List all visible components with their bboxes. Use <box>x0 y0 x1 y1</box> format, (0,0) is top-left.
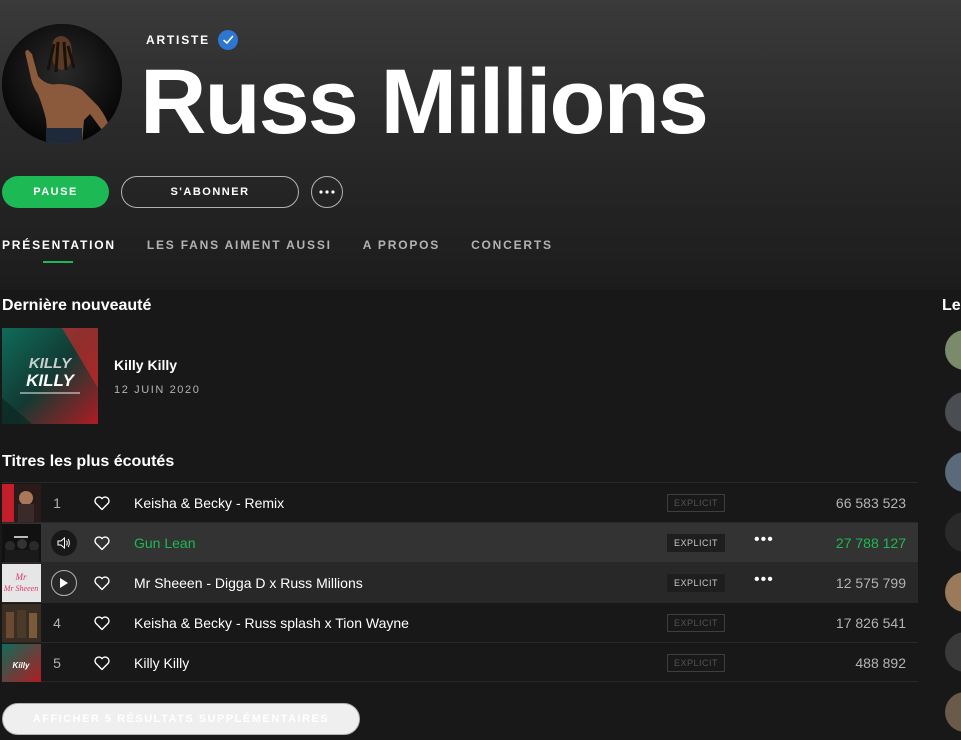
track-title[interactable]: Keisha & Becky - Russ splash x Tion Wayn… <box>134 615 409 631</box>
explicit-badge: EXPLICIT <box>667 654 725 672</box>
track-row[interactable]: 1 Keisha & Becky - Remix EXPLICIT 66 583… <box>2 482 918 522</box>
tab-about[interactable]: A PROPOS <box>363 238 440 252</box>
artist-name: Russ Millions <box>140 51 709 153</box>
track-thumbnail <box>2 604 41 642</box>
verified-check-icon <box>217 30 238 50</box>
follow-button[interactable]: S'ABONNER <box>121 176 299 208</box>
related-artist-avatar[interactable] <box>945 392 961 432</box>
track-play-count: 17 826 541 <box>835 615 906 631</box>
heart-icon[interactable] <box>93 574 111 592</box>
track-play-count: 12 575 799 <box>835 575 906 591</box>
play-button[interactable] <box>51 570 77 596</box>
track-play-count: 27 788 127 <box>835 535 906 551</box>
track-thumbnail: Mr Mr Sheeen <box>2 564 41 602</box>
related-artist-avatar[interactable] <box>945 632 961 672</box>
track-title[interactable]: Gun Lean <box>134 535 196 551</box>
explicit-badge: EXPLICIT <box>667 574 725 592</box>
track-number: 4 <box>53 615 61 631</box>
track-row[interactable]: Gun Lean EXPLICIT ••• 27 788 127 <box>2 522 918 562</box>
tab-fans-also-like[interactable]: LES FANS AIMENT AUSSI <box>147 238 332 252</box>
pause-button[interactable]: PAUSE <box>2 176 109 208</box>
heart-icon[interactable] <box>93 494 111 512</box>
thumbnail-text: Killy <box>13 661 30 670</box>
heart-icon[interactable] <box>93 614 111 632</box>
track-row[interactable]: 4 Keisha & Becky - Russ splash x Tion Wa… <box>2 602 918 642</box>
tab-concerts[interactable]: CONCERTS <box>471 238 553 252</box>
related-artist-avatar[interactable] <box>945 330 961 370</box>
track-thumbnail: Killy <box>2 644 41 682</box>
svg-text:KILLY: KILLY <box>26 371 76 390</box>
speaker-icon <box>57 537 70 549</box>
popular-tracks-list: 1 Keisha & Becky - Remix EXPLICIT 66 583… <box>2 482 918 682</box>
artist-avatar <box>2 24 122 144</box>
track-row[interactable]: Killy 5 Killy Killy EXPLICIT 488 892 <box>2 642 918 682</box>
heart-icon[interactable] <box>93 534 111 552</box>
speaker-button[interactable] <box>51 530 77 556</box>
related-artist-avatar[interactable] <box>945 692 961 732</box>
sidebar-heading: Le <box>942 297 961 314</box>
track-title[interactable]: Mr Sheeen - Digga D x Russ Millions <box>134 575 363 591</box>
track-thumbnail <box>2 484 41 522</box>
track-play-count: 66 583 523 <box>835 495 906 511</box>
related-artist-avatar[interactable] <box>945 452 961 492</box>
track-number: 5 <box>53 655 61 671</box>
more-horizontal-icon[interactable]: ••• <box>754 531 774 549</box>
latest-release-date: 12 JUIN 2020 <box>114 384 201 396</box>
heart-icon[interactable] <box>93 654 111 672</box>
track-thumbnail <box>2 524 41 562</box>
track-play-count: 488 892 <box>855 655 906 671</box>
latest-release-name[interactable]: Killy Killy <box>114 357 177 373</box>
artist-tabs: PRÉSENTATION LES FANS AIMENT AUSSI A PRO… <box>2 238 584 263</box>
verified-artist-row: ARTISTE <box>146 30 238 50</box>
popular-tracks-heading: Titres les plus écoutés <box>2 453 175 470</box>
play-icon <box>60 578 68 588</box>
show-more-results-button[interactable]: AFFICHER 5 RÉSULTATS SUPPLÉMENTAIRES <box>2 703 360 735</box>
more-options-button[interactable] <box>311 176 343 208</box>
more-horizontal-icon <box>319 190 335 194</box>
explicit-badge: EXPLICIT <box>667 534 725 552</box>
track-title[interactable]: Keisha & Becky - Remix <box>134 495 284 511</box>
verified-artist-label: ARTISTE <box>146 33 210 47</box>
latest-release-heading: Dernière nouveauté <box>2 297 152 314</box>
track-row[interactable]: Mr Mr Sheeen Mr Sheeen - Digga D x Russ … <box>2 562 918 602</box>
tab-presentation[interactable]: PRÉSENTATION <box>2 238 116 263</box>
explicit-badge: EXPLICIT <box>667 614 725 632</box>
track-number: 1 <box>53 495 61 511</box>
latest-release-cover[interactable]: KILLY KILLY <box>2 328 98 424</box>
track-title[interactable]: Killy Killy <box>134 655 189 671</box>
more-horizontal-icon[interactable]: ••• <box>754 571 774 589</box>
related-artist-avatar[interactable] <box>945 512 961 552</box>
svg-text:Mr: Mr <box>15 572 27 582</box>
thumbnail-text: Mr Sheeen <box>3 584 38 593</box>
related-artist-avatar[interactable] <box>945 572 961 612</box>
explicit-badge: EXPLICIT <box>667 494 725 512</box>
svg-text:KILLY: KILLY <box>29 355 73 372</box>
